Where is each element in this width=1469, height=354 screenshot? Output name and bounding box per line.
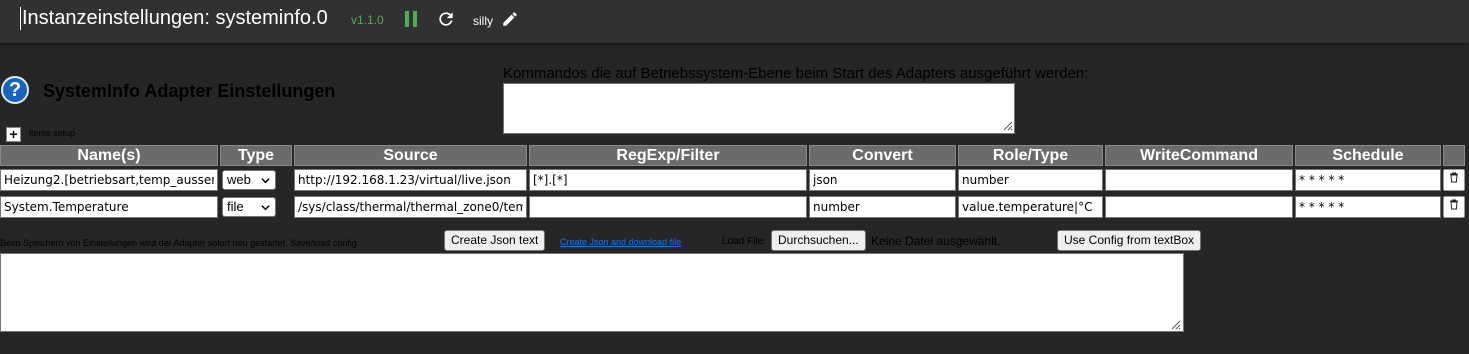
type-select[interactable]: file (222, 197, 276, 217)
help-icon[interactable]: ? (1, 76, 29, 104)
log-level-label: silly (473, 14, 493, 28)
role-input[interactable] (958, 169, 1103, 191)
pause-icon[interactable] (405, 11, 418, 27)
table-row: web (0, 167, 1465, 193)
json-config-textarea[interactable] (0, 253, 1184, 332)
title-bar: Instanzeinstellungen: systeminfo.0 v1.1.… (0, 0, 1469, 43)
column-header-names: Name(s) (0, 145, 218, 166)
items-setup-label: items setup (29, 128, 76, 138)
name-input[interactable] (0, 169, 218, 191)
items-table: Name(s) Type Source RegExp/Filter Conver… (0, 144, 1467, 221)
writecommand-input[interactable] (1105, 169, 1293, 191)
chevron-down-icon (261, 178, 270, 184)
source-input[interactable] (294, 196, 527, 218)
settings-heading: SystemInfo Adapter Einstellungen (43, 81, 336, 101)
resize-grip-icon[interactable] (1001, 119, 1013, 131)
column-header-actions (1443, 145, 1465, 166)
column-header-regexp: RegExp/Filter (529, 145, 807, 166)
role-input[interactable] (958, 196, 1103, 218)
convert-input[interactable] (809, 196, 956, 218)
download-json-link[interactable]: Create Json and download file (560, 237, 681, 247)
column-header-source: Source (294, 145, 527, 166)
reload-icon[interactable] (436, 9, 456, 29)
column-header-type: Type (220, 145, 292, 166)
browse-file-button[interactable]: Durchsuchen... (771, 230, 866, 251)
delete-row-button[interactable] (1443, 196, 1465, 218)
commands-textarea[interactable] (503, 83, 1015, 134)
column-header-writecommand: WriteCommand (1105, 145, 1293, 166)
regexp-input[interactable] (529, 169, 807, 191)
table-header-row: Name(s) Type Source RegExp/Filter Conver… (0, 145, 1465, 166)
regexp-input[interactable] (529, 196, 807, 218)
convert-input[interactable] (809, 169, 956, 191)
create-json-button[interactable]: Create Json text (444, 230, 546, 251)
table-row: file (0, 194, 1465, 220)
column-header-schedule: Schedule (1295, 145, 1441, 166)
resize-grip-icon[interactable] (1169, 318, 1181, 330)
type-select[interactable]: web (222, 170, 276, 190)
use-config-button[interactable]: Use Config from textBox (1057, 230, 1202, 251)
schedule-input[interactable] (1295, 169, 1441, 191)
version-label: v1.1.0 (351, 13, 384, 27)
delete-row-button[interactable] (1443, 169, 1465, 191)
trash-icon (1450, 172, 1458, 183)
schedule-input[interactable] (1295, 196, 1441, 218)
edit-pencil-icon[interactable] (501, 10, 519, 28)
save-note: Beim Speichern von Einstellungen wird de… (0, 238, 357, 248)
trash-icon (1450, 199, 1458, 210)
type-select-value: web (227, 172, 251, 187)
source-input[interactable] (294, 169, 527, 191)
load-file-label: Load File: (722, 236, 766, 247)
name-input[interactable] (0, 196, 218, 218)
type-select-value: file (227, 199, 244, 214)
commands-label: Kommandos die auf Betriebssystem-Ebene b… (503, 65, 1089, 82)
column-header-role: Role/Type (958, 145, 1103, 166)
column-header-convert: Convert (809, 145, 956, 166)
page-title: Instanzeinstellungen: systeminfo.0 (20, 7, 328, 30)
writecommand-input[interactable] (1105, 196, 1293, 218)
chevron-down-icon (261, 205, 270, 211)
no-file-label: Keine Datei ausgewählt. (871, 234, 1001, 248)
add-item-button[interactable]: + (6, 127, 21, 142)
config-toolbar: Beim Speichern von Einstellungen wird de… (0, 230, 1469, 252)
